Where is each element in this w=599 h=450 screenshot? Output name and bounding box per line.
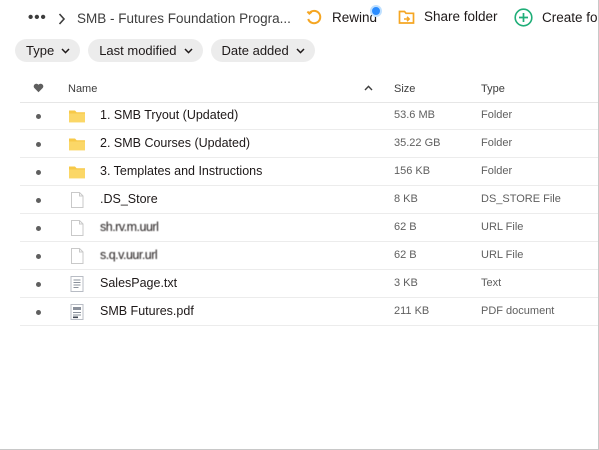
file-icon: [71, 220, 84, 236]
table-row[interactable]: 2. SMB Courses (Updated) 35.22 GB Folder: [20, 130, 598, 158]
table-row[interactable]: .DS_Store 8 KB DS_STORE File: [20, 186, 598, 214]
table-row[interactable]: sh.rv.m.uurl 62 B URL File: [20, 214, 598, 242]
file-type: DS_STORE File: [481, 193, 561, 205]
file-size: 62 B: [394, 221, 417, 233]
file-type: URL File: [481, 221, 524, 233]
chevron-down-icon: [61, 47, 70, 54]
folder-icon: [69, 166, 85, 179]
column-header-type[interactable]: Type: [481, 83, 505, 95]
chevron-down-icon: [183, 47, 193, 54]
file-icon: [71, 248, 84, 264]
row-selector-dot[interactable]: [36, 198, 41, 203]
table-row[interactable]: 1. SMB Tryout (Updated) 53.6 MB Folder: [20, 102, 598, 130]
heart-icon[interactable]: [33, 83, 44, 93]
rewind-icon: [306, 9, 322, 25]
filter-date-added-label: Date added: [221, 43, 289, 58]
row-selector-dot[interactable]: [36, 282, 41, 287]
file-type: Text: [481, 277, 502, 289]
row-selector-dot[interactable]: [36, 170, 41, 175]
folder-icon: [69, 138, 85, 151]
notification-badge: [370, 5, 382, 17]
file-size: 211 KB: [394, 305, 430, 317]
filter-type[interactable]: Type: [15, 39, 81, 62]
top-bar: ••• SMB - Futures Foundation Progra... R…: [0, 0, 598, 38]
rewind-button[interactable]: Rewind: [305, 8, 377, 26]
file-type: Folder: [481, 165, 513, 177]
table-header: Name Size Type: [20, 74, 598, 103]
sort-ascending-icon[interactable]: [364, 85, 373, 91]
file-type: URL File: [481, 249, 524, 261]
file-type: PDF document: [481, 305, 555, 317]
file-size: 53.6 MB: [394, 109, 435, 121]
create-folder-label: Create fold: [542, 10, 598, 25]
file-type: Folder: [481, 137, 513, 149]
file-name[interactable]: 3. Templates and Instructions: [100, 164, 262, 178]
column-header-size[interactable]: Size: [394, 83, 415, 95]
file-name[interactable]: SMB Futures.pdf: [100, 304, 194, 318]
file-size: 3 KB: [394, 277, 418, 289]
file-type: Folder: [481, 109, 513, 121]
row-selector-dot[interactable]: [36, 226, 41, 231]
column-header-name[interactable]: Name: [68, 83, 97, 95]
row-selector-dot[interactable]: [36, 114, 41, 119]
file-size: 62 B: [394, 249, 417, 261]
plus-circle-icon: [514, 8, 533, 27]
pdf-file-icon: [70, 304, 84, 320]
filter-last-modified[interactable]: Last modified: [88, 39, 203, 62]
folder-icon: [69, 110, 85, 123]
chevron-down-icon: [296, 47, 305, 54]
filter-date-added[interactable]: Date added: [210, 39, 315, 62]
chevron-right-icon: [58, 13, 66, 25]
share-folder-icon: [398, 10, 415, 24]
share-folder-button[interactable]: Share folder: [398, 8, 498, 25]
filter-last-modified-label: Last modified: [99, 43, 177, 58]
table-row[interactable]: SalesPage.txt 3 KB Text: [20, 270, 598, 298]
file-name[interactable]: SalesPage.txt: [100, 276, 177, 290]
table-row[interactable]: 3. Templates and Instructions 156 KB Fol…: [20, 158, 598, 186]
row-selector-dot[interactable]: [36, 254, 41, 259]
file-name[interactable]: 2. SMB Courses (Updated): [100, 136, 250, 150]
file-browser-window: ••• SMB - Futures Foundation Progra... R…: [0, 0, 599, 450]
file-size: 8 KB: [394, 193, 418, 205]
file-icon: [71, 192, 84, 208]
text-file-icon: [70, 276, 84, 292]
file-size: 156 KB: [394, 165, 431, 177]
row-selector-dot[interactable]: [36, 142, 41, 147]
row-selector-dot[interactable]: [36, 310, 41, 315]
share-folder-label: Share folder: [424, 9, 498, 24]
table-row[interactable]: s.q.v.uur.url 62 B URL File: [20, 242, 598, 270]
create-folder-button[interactable]: Create fold: [514, 8, 598, 27]
file-size: 35.22 GB: [394, 137, 441, 149]
filter-bar: Type Last modified Date added: [15, 39, 315, 62]
file-name[interactable]: .DS_Store: [100, 192, 158, 206]
file-name[interactable]: 1. SMB Tryout (Updated): [100, 108, 238, 122]
filter-type-label: Type: [26, 43, 55, 58]
breadcrumb-folder-title[interactable]: SMB - Futures Foundation Progra...: [77, 11, 291, 26]
table-row[interactable]: SMB Futures.pdf 211 KB PDF document: [20, 298, 598, 326]
file-name[interactable]: s.q.v.uur.url: [100, 248, 158, 262]
more-options-button[interactable]: •••: [28, 10, 47, 25]
file-name[interactable]: sh.rv.m.uurl: [100, 220, 159, 234]
